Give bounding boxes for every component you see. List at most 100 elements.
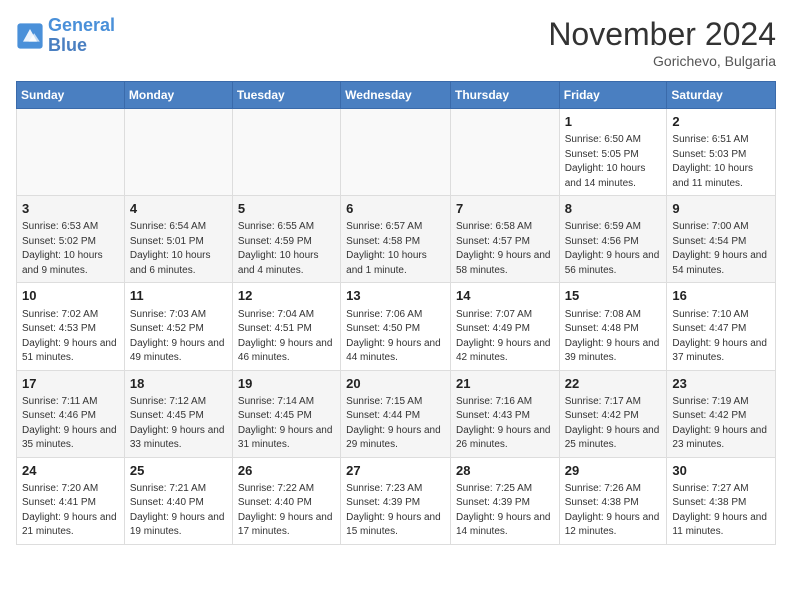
weekday-header-row: SundayMondayTuesdayWednesdayThursdayFrid… (17, 82, 776, 109)
day-number: 4 (130, 200, 227, 218)
day-info: Sunrise: 7:06 AM Sunset: 4:50 PM Dayligh… (346, 308, 445, 366)
weekday-header: Friday (559, 82, 667, 109)
day-info: Sunrise: 7:03 AM Sunset: 4:52 PM Dayligh… (130, 308, 227, 366)
day-info: Sunrise: 6:54 AM Sunset: 5:01 PM Dayligh… (130, 220, 227, 278)
calendar-cell (232, 109, 340, 196)
calendar-week-row: 24 Sunrise: 7:20 AM Sunset: 4:41 PM Dayli… (17, 457, 776, 544)
day-number: 12 (238, 287, 335, 305)
weekday-header: Tuesday (232, 82, 340, 109)
calendar-cell (17, 109, 125, 196)
day-info: Sunrise: 7:02 AM Sunset: 4:53 PM Dayligh… (22, 308, 119, 366)
calendar-cell: 23Sunrise: 7:19 AM Sunset: 4:42 PM Dayli… (667, 370, 776, 457)
day-number: 25 (130, 462, 227, 480)
day-info: Sunrise: 6:57 AM Sunset: 4:58 PM Dayligh… (346, 220, 445, 278)
day-number: 5 (238, 200, 335, 218)
day-info: Sunrise: 7:15 AM Sunset: 4:44 PM Dayligh… (346, 395, 445, 453)
day-info: Sunrise: 6:59 AM Sunset: 4:56 PM Dayligh… (565, 220, 662, 278)
calendar-cell: 1 Sunrise: 6:50 AM Sunset: 5:05 PM Daylig… (559, 109, 667, 196)
calendar-cell: 4 Sunrise: 6:54 AM Sunset: 5:01 PM Daylig… (124, 196, 232, 283)
day-number: 27 (346, 462, 445, 480)
calendar-week-row: 1 Sunrise: 6:50 AM Sunset: 5:05 PM Daylig… (17, 109, 776, 196)
calendar-cell: 22 Sunrise: 7:17 AM Sunset: 4:42 PM Dayli… (559, 370, 667, 457)
day-info: Sunrise: 7:04 AM Sunset: 4:51 PM Dayligh… (238, 308, 335, 366)
calendar-cell: 14Sunrise: 7:07 AM Sunset: 4:49 PM Dayli… (450, 283, 559, 370)
calendar-cell: 2 Sunrise: 6:51 AM Sunset: 5:03 PM Daylig… (667, 109, 776, 196)
day-info: Sunrise: 6:50 AM Sunset: 5:05 PM Dayligh… (565, 133, 662, 191)
day-number: 16 (672, 287, 770, 305)
day-info: Sunrise: 7:27 AM Sunset: 4:38 PM Dayligh… (672, 482, 770, 540)
logo: GeneralBlue (16, 16, 115, 56)
calendar-cell: 19 Sunrise: 7:14 AM Sunset: 4:45 PM Dayli… (232, 370, 340, 457)
day-info: Sunrise: 6:55 AM Sunset: 4:59 PM Dayligh… (238, 220, 335, 278)
calendar-cell: 26 Sunrise: 7:22 AM Sunset: 4:40 PM Dayli… (232, 457, 340, 544)
day-info: Sunrise: 7:14 AM Sunset: 4:45 PM Dayligh… (238, 395, 335, 453)
day-number: 23 (672, 375, 770, 393)
calendar-cell: 18Sunrise: 7:12 AM Sunset: 4:45 PM Dayli… (124, 370, 232, 457)
day-info: Sunrise: 7:25 AM Sunset: 4:39 PM Dayligh… (456, 482, 554, 540)
calendar-cell: 9Sunrise: 7:00 AM Sunset: 4:54 PM Daylig… (667, 196, 776, 283)
calendar-cell: 10 Sunrise: 7:02 AM Sunset: 4:53 PM Dayli… (17, 283, 125, 370)
calendar-cell: 7 Sunrise: 6:58 AM Sunset: 4:57 PM Daylig… (450, 196, 559, 283)
day-info: Sunrise: 7:26 AM Sunset: 4:38 PM Dayligh… (565, 482, 662, 540)
calendar-cell: 11 Sunrise: 7:03 AM Sunset: 4:52 PM Dayli… (124, 283, 232, 370)
calendar-cell: 3Sunrise: 6:53 AM Sunset: 5:02 PM Daylig… (17, 196, 125, 283)
calendar-cell (124, 109, 232, 196)
day-number: 26 (238, 462, 335, 480)
calendar-cell: 5 Sunrise: 6:55 AM Sunset: 4:59 PM Daylig… (232, 196, 340, 283)
calendar-cell: 27 Sunrise: 7:23 AM Sunset: 4:39 PM Dayli… (341, 457, 451, 544)
calendar-cell (341, 109, 451, 196)
day-number: 22 (565, 375, 662, 393)
weekday-header: Monday (124, 82, 232, 109)
day-number: 9 (672, 200, 770, 218)
day-number: 7 (456, 200, 554, 218)
day-number: 15 (565, 287, 662, 305)
day-number: 29 (565, 462, 662, 480)
calendar-cell: 20 Sunrise: 7:15 AM Sunset: 4:44 PM Dayli… (341, 370, 451, 457)
day-info: Sunrise: 7:17 AM Sunset: 4:42 PM Dayligh… (565, 395, 662, 453)
calendar-week-row: 17 Sunrise: 7:11 AM Sunset: 4:46 PM Dayli… (17, 370, 776, 457)
logo-name: GeneralBlue (48, 16, 115, 56)
day-info: Sunrise: 7:12 AM Sunset: 4:45 PM Dayligh… (130, 395, 227, 453)
calendar-week-row: 3Sunrise: 6:53 AM Sunset: 5:02 PM Daylig… (17, 196, 776, 283)
day-number: 20 (346, 375, 445, 393)
logo-icon (16, 22, 44, 50)
day-info: Sunrise: 7:21 AM Sunset: 4:40 PM Dayligh… (130, 482, 227, 540)
day-info: Sunrise: 6:51 AM Sunset: 5:03 PM Dayligh… (672, 133, 770, 191)
day-number: 17 (22, 375, 119, 393)
calendar-cell: 30 Sunrise: 7:27 AM Sunset: 4:38 PM Dayli… (667, 457, 776, 544)
logo-text: GeneralBlue (48, 16, 115, 56)
calendar-cell: 12 Sunrise: 7:04 AM Sunset: 4:51 PM Dayli… (232, 283, 340, 370)
calendar-cell: 17 Sunrise: 7:11 AM Sunset: 4:46 PM Dayli… (17, 370, 125, 457)
month-title: November 2024 (548, 16, 776, 53)
title-area: November 2024 Gorichevo, Bulgaria (548, 16, 776, 69)
calendar-cell: 21Sunrise: 7:16 AM Sunset: 4:43 PM Dayli… (450, 370, 559, 457)
day-info: Sunrise: 7:07 AM Sunset: 4:49 PM Dayligh… (456, 308, 554, 366)
day-number: 28 (456, 462, 554, 480)
day-number: 6 (346, 200, 445, 218)
day-info: Sunrise: 7:11 AM Sunset: 4:46 PM Dayligh… (22, 395, 119, 453)
calendar-cell: 28 Sunrise: 7:25 AM Sunset: 4:39 PM Dayli… (450, 457, 559, 544)
weekday-header: Saturday (667, 82, 776, 109)
weekday-header: Wednesday (341, 82, 451, 109)
day-number: 30 (672, 462, 770, 480)
day-number: 2 (672, 113, 770, 131)
day-number: 21 (456, 375, 554, 393)
day-info: Sunrise: 7:23 AM Sunset: 4:39 PM Dayligh… (346, 482, 445, 540)
day-info: Sunrise: 7:08 AM Sunset: 4:48 PM Dayligh… (565, 308, 662, 366)
day-info: Sunrise: 7:10 AM Sunset: 4:47 PM Dayligh… (672, 308, 770, 366)
calendar-table: SundayMondayTuesdayWednesdayThursdayFrid… (16, 81, 776, 545)
day-number: 24 (22, 462, 119, 480)
calendar-cell: 6 Sunrise: 6:57 AM Sunset: 4:58 PM Daylig… (341, 196, 451, 283)
day-number: 19 (238, 375, 335, 393)
page-header: GeneralBlue November 2024 Gorichevo, Bul… (16, 16, 776, 69)
day-info: Sunrise: 7:22 AM Sunset: 4:40 PM Dayligh… (238, 482, 335, 540)
calendar-cell: 8Sunrise: 6:59 AM Sunset: 4:56 PM Daylig… (559, 196, 667, 283)
calendar-cell: 15 Sunrise: 7:08 AM Sunset: 4:48 PM Dayli… (559, 283, 667, 370)
day-info: Sunrise: 7:20 AM Sunset: 4:41 PM Dayligh… (22, 482, 119, 540)
day-number: 10 (22, 287, 119, 305)
calendar-cell: 13Sunrise: 7:06 AM Sunset: 4:50 PM Dayli… (341, 283, 451, 370)
day-number: 1 (565, 113, 662, 131)
day-number: 3 (22, 200, 119, 218)
day-info: Sunrise: 6:58 AM Sunset: 4:57 PM Dayligh… (456, 220, 554, 278)
day-number: 11 (130, 287, 227, 305)
